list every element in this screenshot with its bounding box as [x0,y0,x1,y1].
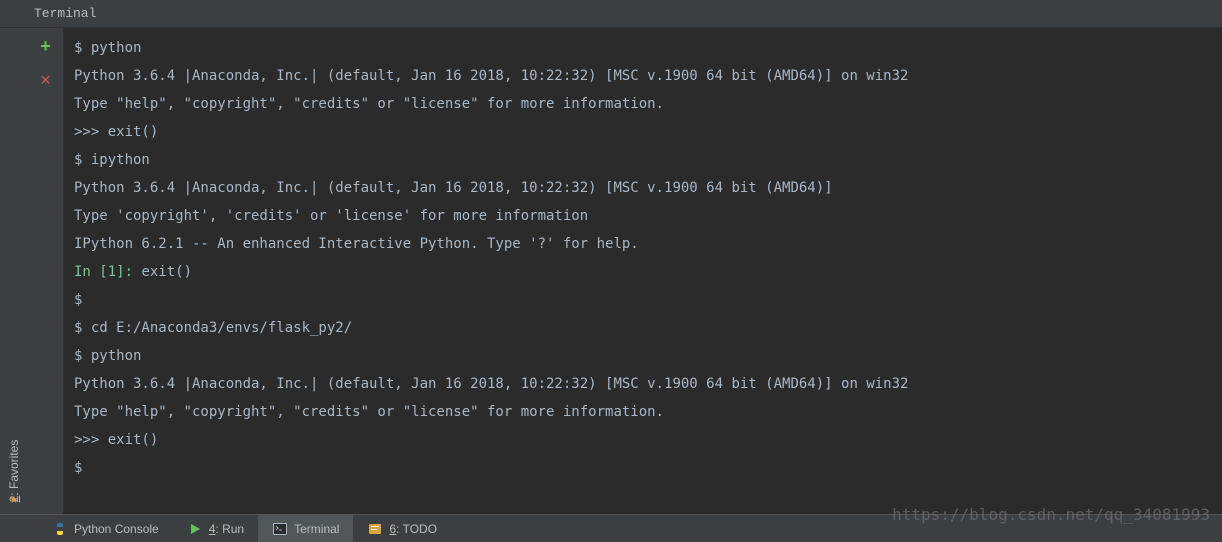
terminal-line: $ python [74,342,1212,370]
tab-run[interactable]: 4: Run [173,515,258,542]
star-icon: ★ [10,491,18,508]
tab-terminal[interactable]: Terminal [258,515,353,542]
favorites-label: : Favorites [7,440,21,496]
run-label: : Run [215,522,244,536]
main-container: 2: Favorites ★ + ✕ $ pythonPython 3.6.4 … [0,28,1222,514]
left-rail: 2: Favorites ★ [0,28,28,514]
terminal-line: $ [74,286,1212,314]
new-session-button[interactable]: + [34,36,58,60]
terminal-line: >>> exit() [74,426,1212,454]
terminal-line: >>> exit() [74,118,1212,146]
terminal-line: $ ipython [74,146,1212,174]
python-console-icon [52,521,68,537]
terminal-toolbar: + ✕ [28,28,64,514]
terminal-line: Type "help", "copyright", "credits" or "… [74,90,1212,118]
terminal-line: In [1]: exit() [74,258,1212,286]
terminal-line: IPython 6.2.1 -- An enhanced Interactive… [74,230,1212,258]
terminal-command: exit() [141,264,192,280]
terminal-line: Type "help", "copyright", "credits" or "… [74,398,1212,426]
watermark: https://blog.csdn.net/qq_34081993 [892,505,1210,524]
terminal-line: $ [74,454,1212,482]
terminal-tab-bar: Terminal [0,0,1222,28]
tab-todo[interactable]: 6: TODO [353,515,451,542]
terminal-line: Python 3.6.4 |Anaconda, Inc.| (default, … [74,370,1212,398]
todo-icon [367,521,383,537]
terminal-icon [272,521,288,537]
terminal-line: Python 3.6.4 |Anaconda, Inc.| (default, … [74,62,1212,90]
terminal-tab-title: Terminal [34,6,96,21]
todo-label: : TODO [396,522,437,536]
tab-python-console[interactable]: Python Console [38,515,173,542]
terminal-line: Type 'copyright', 'credits' or 'license'… [74,202,1212,230]
close-session-button[interactable]: ✕ [34,68,58,92]
terminal-tab-label: Terminal [294,522,339,536]
ipython-prompt: In [1]: [74,264,141,280]
terminal-line: $ cd E:/Anaconda3/envs/flask_py2/ [74,314,1212,342]
run-icon [187,521,203,537]
python-console-label: Python Console [74,522,159,536]
terminal-output[interactable]: $ pythonPython 3.6.4 |Anaconda, Inc.| (d… [64,28,1222,514]
terminal-line: Python 3.6.4 |Anaconda, Inc.| (default, … [74,174,1212,202]
terminal-line: $ python [74,34,1212,62]
